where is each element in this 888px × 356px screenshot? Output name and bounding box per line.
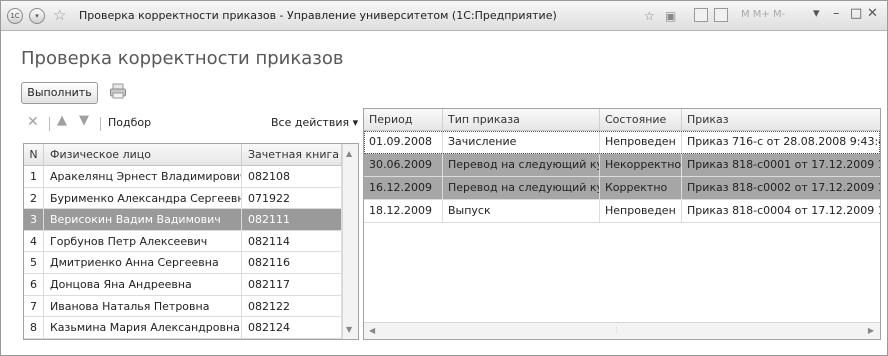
- column-header-person[interactable]: Физическое лицо: [44, 144, 242, 166]
- scroll-left-icon[interactable]: ◀: [369, 326, 375, 335]
- delete-icon[interactable]: ✕: [27, 114, 39, 130]
- order-cell: Приказ 818-с0001 от 17.12.2009 15:0: [687, 158, 880, 171]
- table-row[interactable]: 01.09.2008 Зачисление Непроведен Приказ …: [364, 131, 880, 154]
- state-cell: Непроведен: [600, 200, 682, 222]
- toolbar-divider: [49, 117, 50, 131]
- person-name: Бурименко Александра Сергеевна: [44, 187, 242, 209]
- row-number: 7: [24, 295, 44, 317]
- close-icon[interactable]: ✕: [867, 6, 878, 21]
- favorites-icon[interactable]: ☆: [644, 7, 655, 25]
- order-type-cell: Перевод на следующий курс: [443, 154, 600, 176]
- horizontal-scrollbar[interactable]: ◀ ⋮ ▶: [364, 322, 880, 339]
- period-cell: 18.12.2009: [364, 200, 443, 222]
- app-window: 1С ▾ ☆ Проверка корректности приказов - …: [0, 0, 888, 356]
- state-cell: Некорректно: [600, 154, 682, 176]
- column-header-period[interactable]: Период: [364, 109, 443, 131]
- window-title: Проверка корректности приказов - Управле…: [79, 9, 557, 22]
- table-row[interactable]: 1 Аракелянц Эрнест Владимирович 082108: [24, 166, 342, 188]
- order-cell: Приказ 818-с0002 от 17.12.2009 15:2: [687, 181, 880, 194]
- scroll-up-icon[interactable]: ▲: [346, 149, 352, 158]
- person-name: Дмитриенко Анна Сергеевна: [44, 252, 242, 274]
- record-book-number: 082111: [242, 209, 342, 231]
- scroll-right-icon[interactable]: ▶: [868, 326, 874, 335]
- scroll-thumb-grip-icon[interactable]: ⋮: [613, 326, 620, 334]
- person-name: Аракелянц Эрнест Владимирович: [44, 166, 242, 187]
- menu-dropdown-icon[interactable]: ▾: [813, 6, 820, 21]
- row-number: 2: [24, 187, 44, 209]
- table-row[interactable]: 6 Донцова Яна Андреевна 082117: [24, 274, 342, 296]
- scroll-down-icon[interactable]: ▼: [346, 325, 352, 334]
- order-type-cell: Выпуск: [443, 200, 600, 222]
- table-row[interactable]: 4 Горбунов Петр Алексеевич 082114: [24, 230, 342, 253]
- pick-button[interactable]: Подбор: [108, 116, 151, 129]
- order-type-cell: Зачисление: [443, 131, 600, 153]
- students-table: N Физическое лицо Зачетная книга 1 Араке…: [23, 143, 359, 340]
- toolbar-divider: [100, 117, 101, 131]
- table-row[interactable]: 18.12.2009 Выпуск Непроведен Приказ 818-…: [364, 200, 880, 223]
- run-button[interactable]: Выполнить: [21, 82, 98, 104]
- person-name: Казьмина Мария Александровна: [44, 317, 242, 339]
- row-number: 5: [24, 252, 44, 274]
- app-logo-icon[interactable]: 1С: [7, 8, 23, 24]
- table-row[interactable]: 7 Иванова Наталья Петровна 082122: [24, 295, 342, 318]
- star-icon[interactable]: ☆: [53, 6, 66, 24]
- row-number: 3: [24, 209, 44, 231]
- record-book-number: 082122: [242, 295, 342, 317]
- table-row[interactable]: 5 Дмитриенко Анна Сергеевна 082116: [24, 252, 342, 274]
- title-bar: 1С ▾ ☆ Проверка корректности приказов - …: [1, 1, 887, 31]
- calculator-icon[interactable]: [694, 8, 708, 22]
- order-cell: Приказ 818-с0004 от 17.12.2009 16:1: [687, 204, 880, 217]
- left-table-toolbar: ✕ ▲ ▼ Подбор Все действия ▾: [23, 113, 359, 135]
- period-cell: 30.06.2009: [364, 154, 443, 176]
- order-type-cell: Перевод на следующий курс: [443, 177, 600, 199]
- row-number: 1: [24, 166, 44, 187]
- period-cell: 16.12.2009: [364, 177, 443, 199]
- printer-icon[interactable]: [109, 82, 127, 100]
- chevron-down-icon[interactable]: ▾: [29, 8, 45, 24]
- orders-table: Период Тип приказа Состояние Приказ 01.0…: [363, 108, 881, 340]
- record-book-number: 082117: [242, 274, 342, 295]
- page-title: Проверка корректности приказов: [21, 48, 344, 69]
- memory-buttons[interactable]: M M+ M-: [741, 9, 785, 20]
- move-up-icon[interactable]: ▲: [57, 113, 67, 128]
- record-book-number: 082124: [242, 317, 342, 339]
- person-name: Иванова Наталья Петровна: [44, 295, 242, 317]
- history-icon[interactable]: ▣: [665, 7, 676, 25]
- period-cell: 01.09.2008: [364, 131, 443, 153]
- column-header-n[interactable]: N: [24, 144, 44, 166]
- row-number: 6: [24, 274, 44, 295]
- column-header-state[interactable]: Состояние: [600, 109, 682, 131]
- state-cell: Непроведен: [600, 131, 682, 153]
- order-cell: Приказ 716-с от 28.08.2008 9:43:41: [687, 135, 880, 148]
- column-header-record-book[interactable]: Зачетная книга: [242, 144, 342, 166]
- column-header-order-type[interactable]: Тип приказа: [443, 109, 600, 131]
- move-down-icon[interactable]: ▼: [79, 113, 89, 128]
- vertical-scrollbar[interactable]: ▲ ▼: [342, 144, 358, 339]
- all-actions-menu[interactable]: Все действия ▾: [271, 116, 358, 129]
- minimize-icon[interactable]: –: [833, 6, 840, 21]
- person-name: Донцова Яна Андреевна: [44, 274, 242, 295]
- column-header-order[interactable]: Приказ: [682, 109, 880, 131]
- table-row[interactable]: 8 Казьмина Мария Александровна 082124: [24, 317, 342, 339]
- table-row[interactable]: 16.12.2009 Перевод на следующий курс Кор…: [364, 177, 880, 200]
- person-name: Верисокин Вадим Вадимович: [44, 209, 242, 231]
- table-row[interactable]: 2 Бурименко Александра Сергеевна 071922: [24, 187, 342, 210]
- table-header: Период Тип приказа Состояние Приказ: [364, 109, 880, 131]
- calendar-icon[interactable]: [714, 8, 728, 22]
- maximize-icon[interactable]: □: [850, 6, 862, 21]
- record-book-number: 082108: [242, 166, 342, 187]
- row-number: 4: [24, 230, 44, 252]
- record-book-number: 082116: [242, 252, 342, 274]
- table-header: N Физическое лицо Зачетная книга: [24, 144, 358, 166]
- person-name: Горбунов Петр Алексеевич: [44, 230, 242, 252]
- record-book-number: 071922: [242, 187, 342, 209]
- table-row-selected[interactable]: 3 Верисокин Вадим Вадимович 082111: [24, 209, 342, 231]
- row-number: 8: [24, 317, 44, 339]
- record-book-number: 082114: [242, 230, 342, 252]
- state-cell: Корректно: [600, 177, 682, 199]
- table-row[interactable]: 30.06.2009 Перевод на следующий курс Нек…: [364, 154, 880, 177]
